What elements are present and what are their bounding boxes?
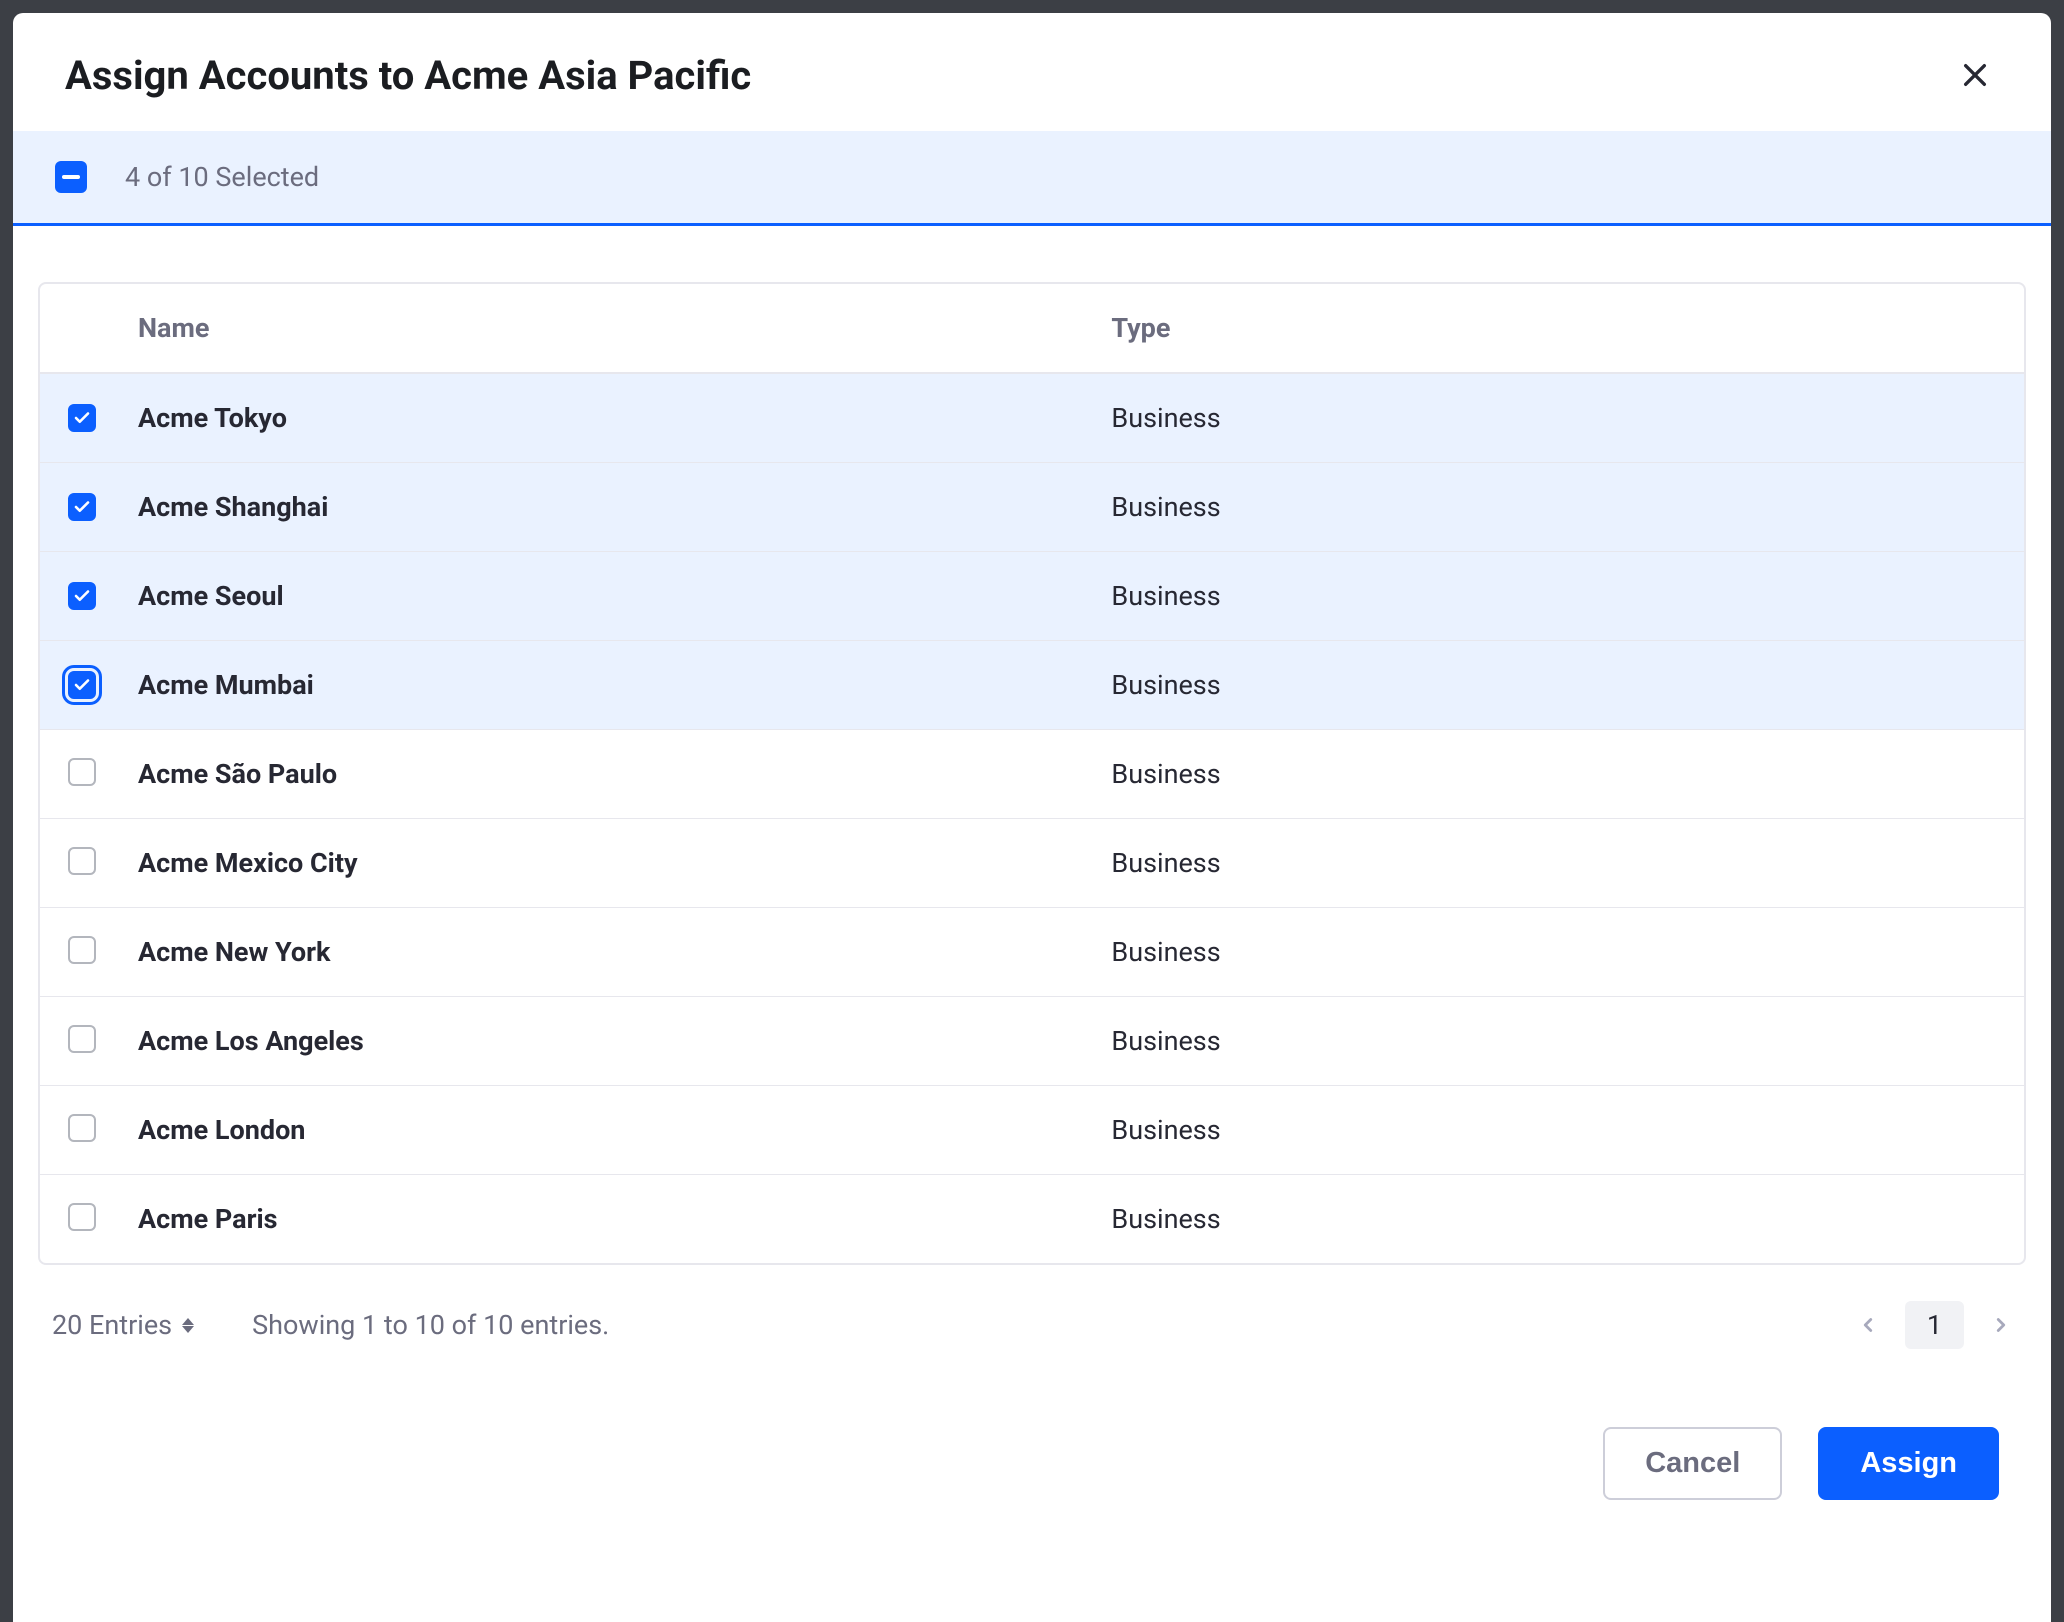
indeterminate-icon xyxy=(62,175,80,179)
modal-title: Assign Accounts to Acme Asia Pacific xyxy=(65,52,751,99)
table-row[interactable]: Acme LondonBusiness xyxy=(40,1086,2024,1175)
selection-count-text: 4 of 10 Selected xyxy=(125,161,319,193)
column-header-name[interactable]: Name xyxy=(138,284,1111,373)
row-name: Acme Mumbai xyxy=(138,641,1111,730)
table-row[interactable]: Acme MumbaiBusiness xyxy=(40,641,2024,730)
row-type: Business xyxy=(1111,997,2024,1086)
sort-caret-icon xyxy=(182,1318,194,1333)
row-name: Acme Paris xyxy=(138,1175,1111,1264)
row-checkbox[interactable] xyxy=(68,1203,96,1231)
entries-label: 20 Entries xyxy=(52,1309,172,1341)
select-all-checkbox[interactable] xyxy=(55,161,87,193)
table-section: Name Type Acme TokyoBusinessAcme Shangha… xyxy=(13,226,2051,1391)
row-name: Acme Tokyo xyxy=(138,373,1111,463)
assign-accounts-modal: Assign Accounts to Acme Asia Pacific 4 o… xyxy=(13,13,2051,1622)
table-row[interactable]: Acme Mexico CityBusiness xyxy=(40,819,2024,908)
table-row[interactable]: Acme TokyoBusiness xyxy=(40,373,2024,463)
modal-footer: Cancel Assign xyxy=(13,1391,2051,1500)
accounts-table-container: Name Type Acme TokyoBusinessAcme Shangha… xyxy=(38,282,2026,1265)
table-row[interactable]: Acme São PauloBusiness xyxy=(40,730,2024,819)
row-checkbox-cell xyxy=(40,641,138,730)
row-type: Business xyxy=(1111,463,2024,552)
column-header-checkbox xyxy=(40,284,138,373)
row-checkbox-cell xyxy=(40,1086,138,1175)
table-row[interactable]: Acme ParisBusiness xyxy=(40,1175,2024,1264)
cancel-button[interactable]: Cancel xyxy=(1603,1427,1782,1500)
close-icon xyxy=(1959,59,1991,91)
row-type: Business xyxy=(1111,908,2024,997)
table-row[interactable]: Acme New YorkBusiness xyxy=(40,908,2024,997)
modal-body: 4 of 10 Selected Name Type Acme TokyoBus… xyxy=(13,131,2051,1622)
row-checkbox-cell xyxy=(40,373,138,463)
row-type: Business xyxy=(1111,1175,2024,1264)
entries-per-page-select[interactable]: 20 Entries xyxy=(52,1309,194,1341)
row-type: Business xyxy=(1111,730,2024,819)
selection-bar: 4 of 10 Selected xyxy=(13,131,2051,226)
row-type: Business xyxy=(1111,1086,2024,1175)
row-checkbox-cell xyxy=(40,1175,138,1264)
assign-button[interactable]: Assign xyxy=(1818,1427,1999,1500)
close-button[interactable] xyxy=(1951,51,1999,99)
chevron-right-icon xyxy=(1990,1314,2012,1336)
row-checkbox[interactable] xyxy=(68,936,96,964)
row-name: Acme London xyxy=(138,1086,1111,1175)
column-header-type[interactable]: Type xyxy=(1111,284,2024,373)
row-checkbox[interactable] xyxy=(68,582,96,610)
next-page-button[interactable] xyxy=(1990,1314,2012,1336)
showing-entries-text: Showing 1 to 10 of 10 entries. xyxy=(252,1309,609,1341)
row-checkbox-cell xyxy=(40,730,138,819)
row-checkbox-cell xyxy=(40,997,138,1086)
row-checkbox-cell xyxy=(40,463,138,552)
row-checkbox-cell xyxy=(40,552,138,641)
table-footer: 20 Entries Showing 1 to 10 of 10 entries… xyxy=(38,1265,2026,1349)
row-type: Business xyxy=(1111,641,2024,730)
row-type: Business xyxy=(1111,552,2024,641)
row-type: Business xyxy=(1111,373,2024,463)
accounts-table: Name Type Acme TokyoBusinessAcme Shangha… xyxy=(40,284,2024,1263)
row-type: Business xyxy=(1111,819,2024,908)
row-name: Acme São Paulo xyxy=(138,730,1111,819)
current-page-number[interactable]: 1 xyxy=(1905,1301,1964,1349)
footer-left: 20 Entries Showing 1 to 10 of 10 entries… xyxy=(52,1309,609,1341)
row-name: Acme Seoul xyxy=(138,552,1111,641)
row-name: Acme Los Angeles xyxy=(138,997,1111,1086)
row-checkbox[interactable] xyxy=(68,847,96,875)
row-checkbox[interactable] xyxy=(68,1025,96,1053)
pagination: 1 xyxy=(1857,1301,2012,1349)
row-checkbox-cell xyxy=(40,908,138,997)
chevron-left-icon xyxy=(1857,1314,1879,1336)
row-checkbox[interactable] xyxy=(68,493,96,521)
row-checkbox-cell xyxy=(40,819,138,908)
modal-header: Assign Accounts to Acme Asia Pacific xyxy=(13,13,2051,131)
row-checkbox[interactable] xyxy=(68,1114,96,1142)
table-row[interactable]: Acme Los AngelesBusiness xyxy=(40,997,2024,1086)
table-row[interactable]: Acme SeoulBusiness xyxy=(40,552,2024,641)
row-checkbox[interactable] xyxy=(68,758,96,786)
prev-page-button[interactable] xyxy=(1857,1314,1879,1336)
row-name: Acme New York xyxy=(138,908,1111,997)
row-checkbox[interactable] xyxy=(68,671,96,699)
row-name: Acme Mexico City xyxy=(138,819,1111,908)
row-checkbox[interactable] xyxy=(68,404,96,432)
row-name: Acme Shanghai xyxy=(138,463,1111,552)
table-row[interactable]: Acme ShanghaiBusiness xyxy=(40,463,2024,552)
